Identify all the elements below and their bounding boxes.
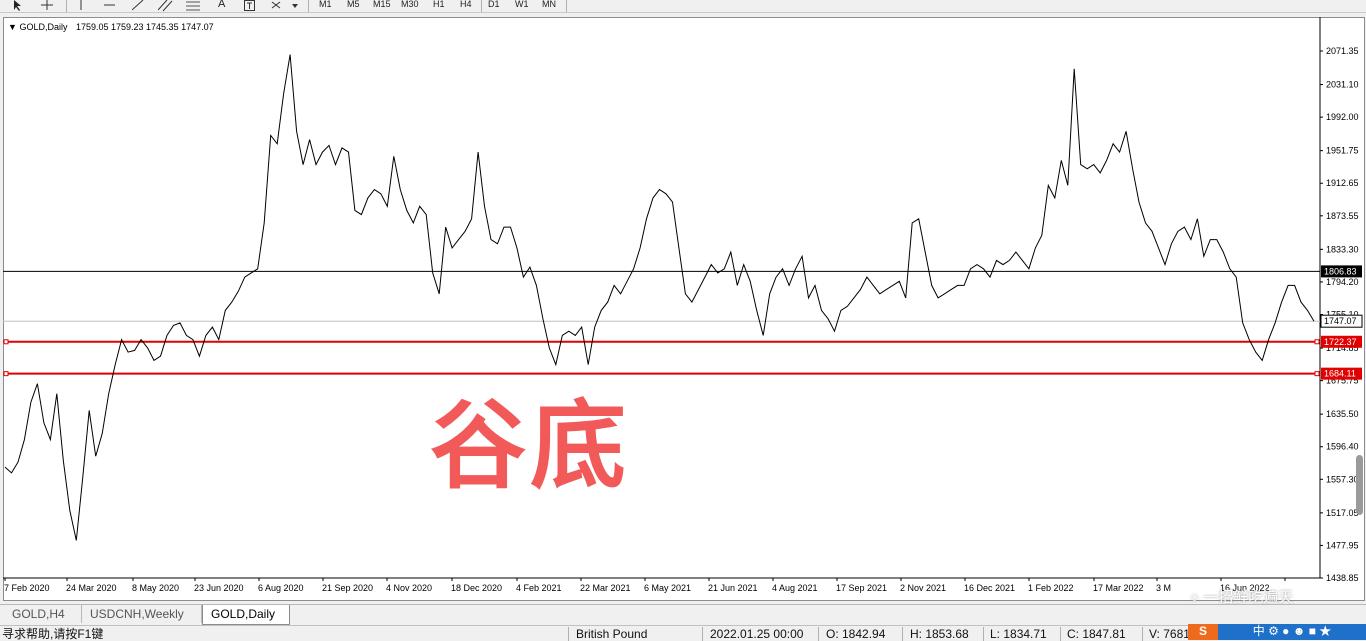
timeframe-w1-button[interactable]: W1 <box>515 0 529 12</box>
horizontal-line-icon[interactable] <box>104 0 116 12</box>
chart-toolbar: A M1 M5 M15 M30 H1 H4 D1 W1 MN <box>0 0 1366 13</box>
status-open: O: 1842.94 <box>826 627 886 641</box>
last-price-label: 1747.07 <box>1324 316 1357 326</box>
y-tick-label: 1992.00 <box>1326 112 1359 122</box>
x-tick-label: 1 Feb 2022 <box>1028 583 1074 593</box>
x-tick-label: 6 May 2021 <box>644 583 691 593</box>
text-label-icon[interactable] <box>244 0 256 12</box>
x-tick-label: 17 Mar 2022 <box>1093 583 1144 593</box>
support-line-handle[interactable] <box>3 371 9 377</box>
timeframe-mn-button[interactable]: MN <box>542 0 556 12</box>
support-line-handle[interactable] <box>1314 371 1320 377</box>
y-tick-label: 1438.85 <box>1326 573 1359 583</box>
x-tick-label: 21 Jun 2021 <box>708 583 758 593</box>
x-tick-label: 24 Mar 2020 <box>66 583 117 593</box>
trendline-icon[interactable] <box>131 0 144 12</box>
tab-usdcnh-weekly[interactable]: USDCNH,Weekly <box>82 605 202 623</box>
ime-settings-icon[interactable]: ⚙ ● ☻ ■ ★ <box>1268 624 1331 638</box>
x-tick-label: 8 May 2020 <box>132 583 179 593</box>
valley-annotation: 谷底 <box>430 390 630 502</box>
y-tick-label: 1912.65 <box>1326 178 1359 188</box>
chart-ohlc: 1759.05 1759.23 1745.35 1747.07 <box>75 22 214 32</box>
x-tick-label: 16 Dec 2021 <box>964 583 1015 593</box>
status-bar: 寻求帮助,请按F1键 British Pound 2022.01.25 00:0… <box>0 625 1366 641</box>
support-2-price-label: 1684.11 <box>1324 369 1356 379</box>
y-tick-label: 1951.75 <box>1326 146 1359 156</box>
price-chart[interactable]: 2071.35 2031.10 1992.00 1951.75 1912.65 1873.… <box>3 17 1365 601</box>
x-tick-label: 17 Sep 2021 <box>836 583 887 593</box>
ime-toolbar: 中 ⚙ ● ☻ ■ ★ <box>1218 624 1366 640</box>
x-tick-label: 4 Aug 2021 <box>772 583 818 593</box>
timeframe-m5-button[interactable]: M5 <box>347 0 360 12</box>
x-tick-label: 3 M <box>1156 583 1171 593</box>
timeframe-h1-button[interactable]: H1 <box>433 0 445 12</box>
vertical-line-icon[interactable] <box>78 0 84 12</box>
x-tick-label: 23 Jun 2020 <box>194 583 244 593</box>
timeframe-d1-button[interactable]: D1 <box>488 0 500 12</box>
chart-tabs: GOLD,H4 USDCNH,Weekly GOLD,Daily <box>0 604 1366 625</box>
x-tick-label: 7 Feb 2020 <box>4 583 50 593</box>
status-profile: British Pound <box>576 627 648 641</box>
y-tick-label: 2031.10 <box>1326 80 1359 90</box>
x-tick-label: 21 Sep 2020 <box>322 583 373 593</box>
x-tick-label: 2 Nov 2021 <box>900 583 946 593</box>
status-volume: V: 7681 <box>1149 627 1190 641</box>
channels-icon[interactable] <box>157 0 174 12</box>
ime-mode[interactable]: 中 <box>1253 624 1265 638</box>
support-1-price-label: 1722.37 <box>1324 337 1357 347</box>
price-series-line <box>4 54 1315 541</box>
y-tick-label: 1873.55 <box>1326 211 1359 221</box>
y-tick-label: 1635.50 <box>1326 409 1359 419</box>
x-tick-label: 4 Nov 2020 <box>386 583 432 593</box>
cursor-icon[interactable] <box>12 0 22 12</box>
y-tick-label: 2071.35 <box>1326 46 1359 56</box>
chart-symbol: GOLD,Daily <box>19 22 68 32</box>
status-datetime: 2022.01.25 00:00 <box>710 627 804 641</box>
support-line-handle[interactable] <box>3 339 9 345</box>
current-price-label: 1806.83 <box>1324 266 1357 276</box>
y-tick-label: 1833.30 <box>1326 244 1359 254</box>
tab-gold-daily[interactable]: GOLD,Daily <box>202 605 290 625</box>
chart-header: ▼ GOLD,Daily 1759.05 1759.23 1745.35 174… <box>8 22 214 32</box>
status-high: H: 1853.68 <box>910 627 969 641</box>
scale-scrollbar[interactable] <box>1356 455 1363 515</box>
x-tick-label: 6 Aug 2020 <box>258 583 304 593</box>
text-icon[interactable]: A <box>218 0 225 12</box>
x-tick-label: 18 Dec 2020 <box>451 583 502 593</box>
status-close: C: 1847.81 <box>1067 627 1126 641</box>
timeframe-m15-button[interactable]: M15 <box>373 0 391 12</box>
y-tick-label: 1596.40 <box>1326 442 1359 452</box>
x-tick-label: 22 Mar 2021 <box>580 583 631 593</box>
chart-menu-triangle-icon[interactable]: ▼ <box>8 22 17 32</box>
support-line-handle[interactable] <box>1314 339 1320 345</box>
ime-logo-icon[interactable]: S <box>1188 624 1218 640</box>
timeframe-m30-button[interactable]: M30 <box>401 0 419 12</box>
status-help: 寻求帮助,请按F1键 <box>2 627 104 641</box>
tab-gold-h4[interactable]: GOLD,H4 <box>4 605 82 623</box>
fibonacci-icon[interactable] <box>186 0 202 12</box>
arrows-icon[interactable] <box>270 0 300 12</box>
y-tick-label: 1517.05 <box>1326 508 1359 518</box>
x-tick-label: 4 Feb 2021 <box>516 583 562 593</box>
y-tick-label: 1557.30 <box>1326 474 1359 484</box>
timeframe-m1-button[interactable]: M1 <box>319 0 332 12</box>
timeframe-h4-button[interactable]: H4 <box>460 0 472 12</box>
y-tick-label: 1794.20 <box>1326 277 1359 287</box>
y-tick-label: 1477.95 <box>1326 540 1359 550</box>
crosshair-icon[interactable] <box>40 0 54 12</box>
status-low: L: 1834.71 <box>990 627 1047 641</box>
